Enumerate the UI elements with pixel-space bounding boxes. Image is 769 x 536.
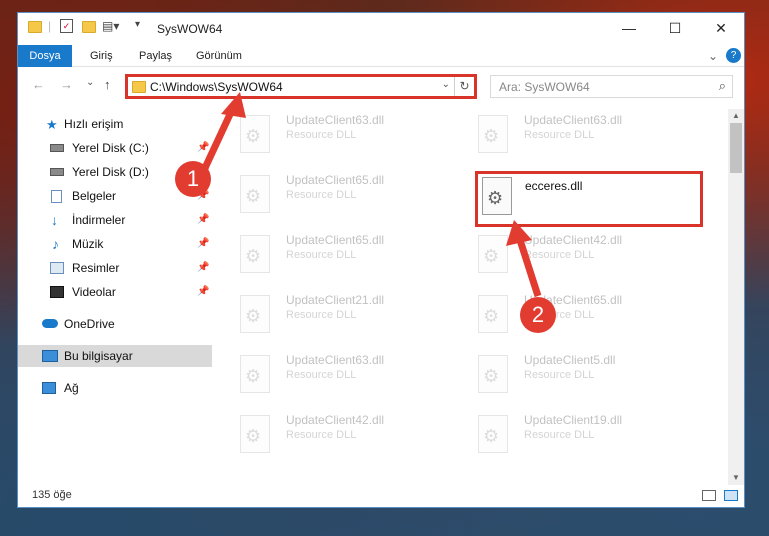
arrow-1-shaft xyxy=(201,108,236,170)
arrow-2-shaft xyxy=(516,238,542,298)
step-1-badge: 1 xyxy=(175,161,211,197)
annotation-arrows xyxy=(201,92,542,298)
step-2-badge: 2 xyxy=(520,297,556,333)
arrow-1-head xyxy=(221,92,246,118)
arrow-2-head xyxy=(506,220,532,246)
